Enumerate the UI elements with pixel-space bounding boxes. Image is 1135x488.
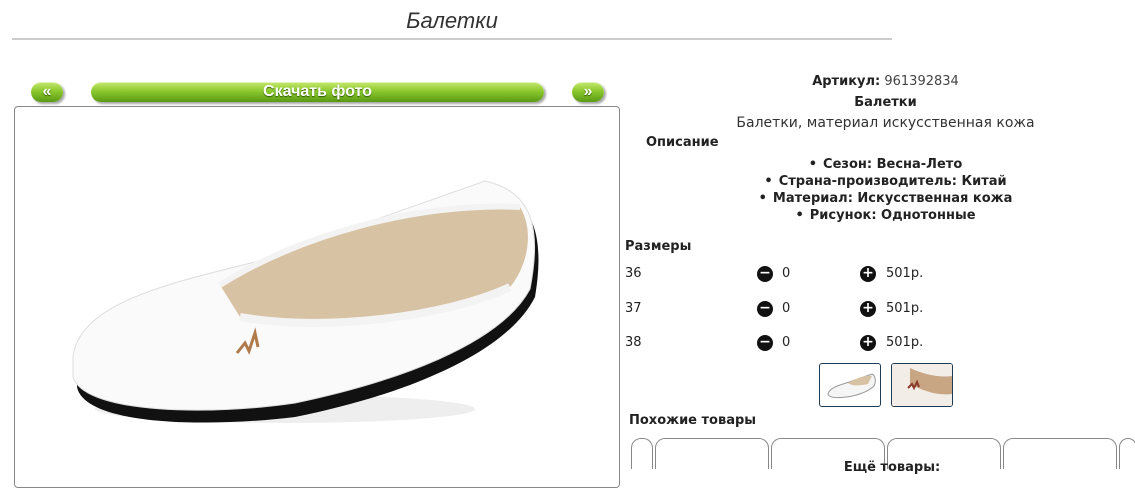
product-description: Балетки, материал искусственная кожа	[736, 115, 1035, 131]
description-heading: Описание	[646, 135, 719, 150]
prev-photo-button[interactable]: «	[31, 82, 63, 102]
sku-label: Артикул:	[812, 74, 881, 89]
more-products-label: Ещё товары:	[843, 460, 941, 475]
feature-list: Сезон: Весна-Лето Страна-производитель: …	[622, 156, 1135, 224]
sizes-heading: Размеры	[625, 239, 692, 254]
quantity-value: 0	[782, 335, 791, 350]
size-row: 38 − 0 + 501р.	[622, 333, 1135, 353]
size-value: 38	[625, 335, 642, 350]
thumbnail-detail-view[interactable]	[891, 363, 953, 407]
price-value: 501р.	[886, 266, 924, 281]
ballet-flat-detail-thumbnail	[892, 364, 952, 406]
quantity-value: 0	[782, 301, 791, 316]
minus-circle-icon[interactable]: −	[757, 301, 773, 317]
list-item: Сезон: Весна-Лето	[622, 156, 1135, 173]
size-row: 36 − 0 + 501р.	[622, 264, 1135, 284]
product-name: Балетки	[854, 95, 917, 110]
similar-products-heading: Похожие товары	[629, 413, 757, 428]
size-value: 37	[625, 301, 642, 316]
plus-circle-icon[interactable]: +	[860, 301, 876, 317]
list-item: Страна-производитель: Китай	[622, 173, 1135, 190]
product-photo	[14, 106, 620, 488]
sku-line: Артикул: 961392834	[622, 74, 1135, 89]
quantity-value: 0	[782, 266, 791, 281]
plus-circle-icon[interactable]: +	[860, 335, 876, 351]
title-divider	[12, 38, 892, 40]
list-item: Рисунок: Однотонные	[622, 207, 1135, 224]
next-photo-button[interactable]: »	[572, 82, 604, 102]
price-value: 501р.	[886, 301, 924, 316]
page-title: Балетки	[406, 8, 498, 33]
size-value: 36	[625, 266, 642, 281]
ballet-flat-image	[72, 180, 539, 423]
sku-value: 961392834	[884, 74, 959, 89]
download-photo-button[interactable]: Скачать фото	[91, 82, 544, 102]
minus-circle-icon[interactable]: −	[757, 266, 773, 282]
thumbnail-side-view[interactable]	[819, 363, 881, 407]
minus-circle-icon[interactable]: −	[757, 335, 773, 351]
plus-circle-icon[interactable]: +	[860, 266, 876, 282]
list-item: Материал: Искусственная кожа	[622, 190, 1135, 207]
price-value: 501р.	[886, 335, 924, 350]
ballet-flat-thumbnail	[827, 373, 876, 399]
size-row: 37 − 0 + 501р.	[622, 299, 1135, 319]
